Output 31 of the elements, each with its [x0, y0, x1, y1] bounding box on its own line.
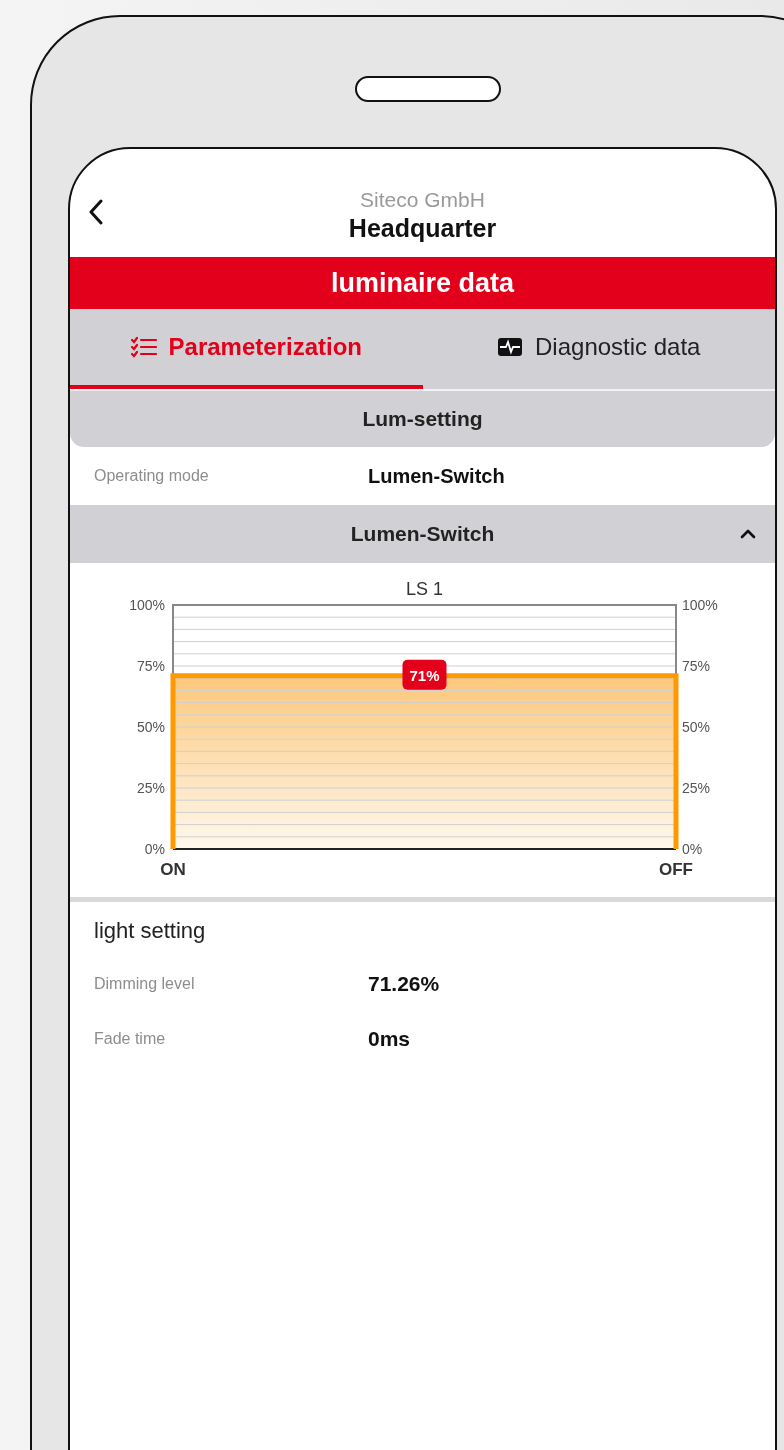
section-header: Lum-setting — [70, 391, 775, 447]
field-value: 0ms — [368, 1026, 411, 1051]
axis-tick-label: 50% — [682, 719, 711, 735]
field-value: Lumen-Switch — [368, 464, 505, 488]
tab[interactable]: Diagnostic data — [422, 309, 775, 389]
axis-category-label: OFF — [659, 860, 693, 879]
back-chevron-icon — [88, 199, 104, 225]
axis-tick-label: 75% — [136, 658, 165, 674]
axis-tick-label: 25% — [136, 780, 165, 796]
axis-tick-label: 50% — [136, 719, 165, 735]
axis-tick-label: 100% — [682, 597, 718, 613]
pulse-monitor-icon — [497, 336, 524, 358]
axis-tick-label: 100% — [129, 597, 165, 613]
group-title: light setting — [94, 918, 207, 944]
axis-tick-label: 25% — [682, 780, 711, 796]
axis-tick-label: 0% — [682, 841, 703, 857]
axis-tick-label: 75% — [682, 658, 711, 674]
field-value: 71.26% — [368, 971, 440, 996]
field-label: Operating mode — [94, 467, 210, 485]
checklist-icon — [130, 336, 157, 358]
field-label: Dimming level — [94, 974, 196, 993]
company-name: Siteco GmbH — [360, 187, 485, 212]
page-title: Headquarter — [348, 213, 497, 243]
accordion-header[interactable]: Lumen-Switch — [70, 505, 775, 563]
chevron-icon — [739, 528, 757, 540]
axis-tick-label: 0% — [144, 841, 165, 857]
axis-category-label: ON — [160, 860, 186, 879]
chart-title: LS 1 — [406, 579, 443, 599]
section-banner: luminaire data — [70, 257, 775, 309]
field-label: Fade time — [94, 1029, 167, 1048]
value-badge: 71% — [402, 659, 447, 690]
